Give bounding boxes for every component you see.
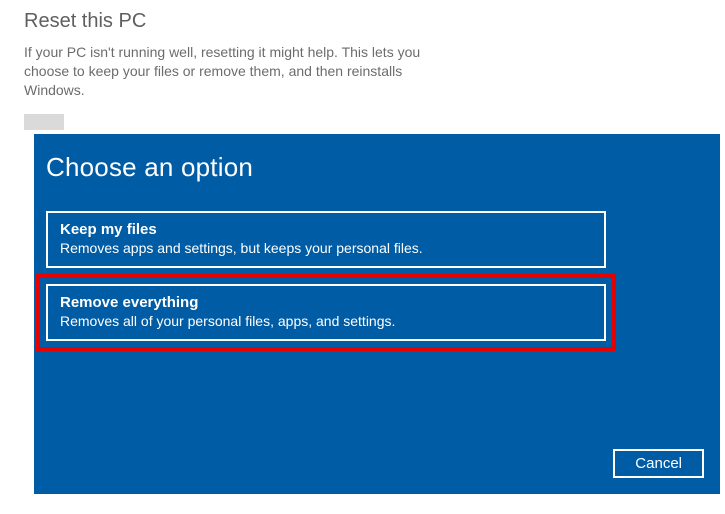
options-list: Keep my files Removes apps and settings,… [46,211,606,341]
page-description: If your PC isn't running well, resetting… [24,43,454,100]
option-title: Keep my files [60,221,592,238]
option-remove-everything[interactable]: Remove everything Removes all of your pe… [46,284,606,341]
reset-options-dialog: Choose an option Keep my files Removes a… [34,134,720,494]
dialog-title: Choose an option [46,152,708,183]
option-description: Removes apps and settings, but keeps you… [60,240,592,256]
dialog-footer: Cancel [613,449,704,478]
page-title: Reset this PC [24,10,701,33]
settings-reset-page: Reset this PC If your PC isn't running w… [0,0,725,140]
option-title: Remove everything [60,294,592,311]
cancel-button[interactable]: Cancel [613,449,704,478]
option-keep-my-files[interactable]: Keep my files Removes apps and settings,… [46,211,606,268]
get-started-button[interactable] [24,114,64,130]
option-description: Removes all of your personal files, apps… [60,313,592,329]
